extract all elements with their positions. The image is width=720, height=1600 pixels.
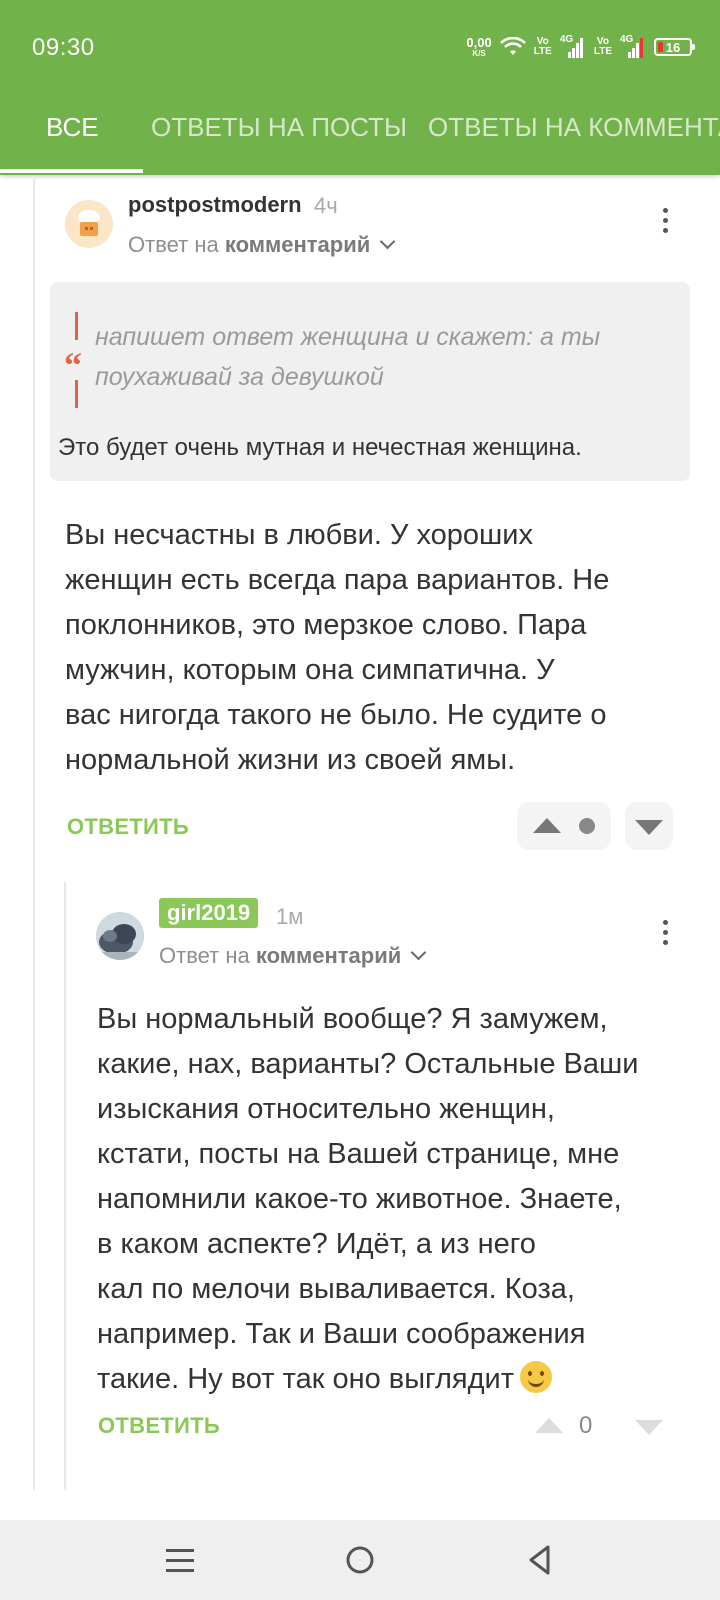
volte-1-bottom: LTE	[533, 46, 552, 57]
comment-line: например. Так и Ваши соображения	[97, 1318, 586, 1350]
comment-body: Вы нормальный вообще? Я замужем, какие, …	[97, 997, 638, 1402]
comment-line-text: такие. Ну вот так оно выглядит	[97, 1363, 515, 1395]
comment-line: напомнили какое-то животное. Знаете,	[97, 1183, 622, 1215]
comment-time: 1м	[276, 904, 304, 929]
status-time: 09:30	[32, 34, 95, 61]
chevron-down-icon	[380, 233, 396, 250]
avatar-image	[78, 210, 100, 236]
score-hidden-icon	[579, 818, 595, 834]
reply-to-info[interactable]: Ответ на комментарий	[128, 232, 396, 258]
comment-author[interactable]: girl2019	[159, 898, 259, 928]
comment-line: вас нигогда такого не было. Не судите о	[65, 699, 607, 731]
quote-icon: “	[64, 345, 82, 385]
comment-line: женщин есть всегда пара вариантов. Не	[65, 564, 610, 596]
comment-line: какие, нах, варианты? Остальные Ваши	[97, 1048, 639, 1080]
upvote-icon[interactable]	[533, 818, 561, 833]
chevron-down-icon	[411, 944, 427, 961]
smile-emoji-icon	[520, 1361, 553, 1393]
avatar[interactable]	[96, 912, 144, 960]
avatar-image	[96, 912, 144, 960]
comment-line: в каком аспекте? Идёт, а из него	[97, 1228, 536, 1260]
app-header: 09:30 0,00 K/S Vo LTE 4G Vo LTE 4G 16 ВС…	[0, 0, 720, 175]
reply-button[interactable]: Ответить	[98, 1413, 220, 1439]
tab-comment-replies[interactable]: Ответы на комментарии	[428, 95, 720, 173]
comment-line: такие. Ну вот так оно выглядит	[97, 1357, 638, 1402]
reply-to-prefix: Ответ на	[159, 943, 250, 968]
reply-to-info[interactable]: Ответ на комментарий	[159, 943, 427, 969]
quote-bar-top	[75, 312, 78, 340]
battery-icon: 16	[654, 38, 695, 56]
downvote-icon[interactable]	[635, 820, 663, 835]
quoted-comment[interactable]: “ напишет ответ женщина и скажет: а ты п…	[50, 282, 690, 481]
system-nav-bar	[0, 1520, 720, 1600]
tab-all[interactable]: Все	[46, 95, 99, 173]
signal-2-label: 4G	[620, 34, 634, 45]
battery-level: 16	[665, 39, 681, 55]
status-bar: 09:30 0,00 K/S Vo LTE 4G Vo LTE 4G 16	[0, 0, 720, 95]
comment-author[interactable]: postpostmodern	[128, 192, 302, 218]
comment-body: Вы несчастны в любви. У хороших женщин е…	[65, 513, 609, 783]
upvote-box	[517, 802, 611, 850]
network-speed-unit: K/S	[472, 49, 486, 58]
more-options-icon[interactable]	[650, 912, 680, 952]
volte-icon-2: Vo LTE	[594, 37, 612, 57]
quoted-comment-text: Это будет очень мутная и нечестная женщи…	[58, 434, 582, 461]
thread-line	[33, 176, 35, 1490]
avatar[interactable]	[65, 200, 113, 248]
tab-bar: Все Ответы на посты Ответы на комментари…	[0, 95, 720, 175]
quote-line: напишет ответ женщина и скажет: а ты	[95, 323, 601, 351]
status-icons: 0,00 K/S Vo LTE 4G Vo LTE 4G 16	[466, 30, 695, 64]
comment-line: кстати, посты на Вашей странице, мне	[97, 1138, 620, 1170]
signal-icon-2: 4G	[620, 34, 646, 58]
volte-2-bottom: LTE	[593, 46, 612, 57]
more-options-icon[interactable]	[650, 200, 680, 240]
downvote-icon[interactable]	[635, 1420, 663, 1435]
comment-time: 4ч	[314, 193, 338, 218]
reply-to-target: комментарий	[224, 232, 371, 257]
tab-post-replies[interactable]: Ответы на посты	[151, 95, 407, 173]
volte-icon-1: Vo LTE	[534, 37, 552, 57]
nested-thread-line	[64, 882, 66, 1490]
comment-line: Вы нормальный вообще? Я замужем,	[97, 1003, 608, 1035]
signal-icon-1: 4G	[559, 34, 586, 58]
quote-text: напишет ответ женщина и скажет: а ты поу…	[95, 317, 600, 397]
comment-line: кал по мелочи вываливается. Коза,	[97, 1273, 575, 1305]
comment-line: нормальной жизни из своей ямы.	[65, 744, 516, 776]
upvote-icon[interactable]	[535, 1418, 563, 1433]
signal-1-label: 4G	[559, 34, 574, 45]
comment-line: мужчин, которым она симпатична. У	[65, 654, 555, 686]
comment-score: 0	[579, 1412, 593, 1439]
home-icon[interactable]	[332, 1532, 388, 1588]
comment-line: изыскания относительно женщин,	[97, 1093, 555, 1125]
tab-indicator	[0, 169, 143, 173]
reply-to-target: комментарий	[255, 943, 402, 968]
wifi-icon	[499, 37, 526, 55]
comment-line: поклонников, это мерзкое слово. Пара	[65, 609, 587, 641]
reply-to-prefix: Ответ на	[128, 232, 219, 257]
back-icon[interactable]	[512, 1532, 568, 1588]
network-speed: 0,00 K/S	[466, 36, 491, 58]
quote-bar-bottom	[75, 380, 78, 408]
reply-button[interactable]: Ответить	[67, 814, 189, 840]
quote-line: поухаживай за девушкой	[95, 363, 384, 391]
downvote-box	[625, 802, 673, 850]
comment-line: Вы несчастны в любви. У хороших	[65, 519, 533, 551]
network-speed-value: 0,00	[466, 35, 492, 50]
menu-icon[interactable]	[152, 1532, 208, 1588]
